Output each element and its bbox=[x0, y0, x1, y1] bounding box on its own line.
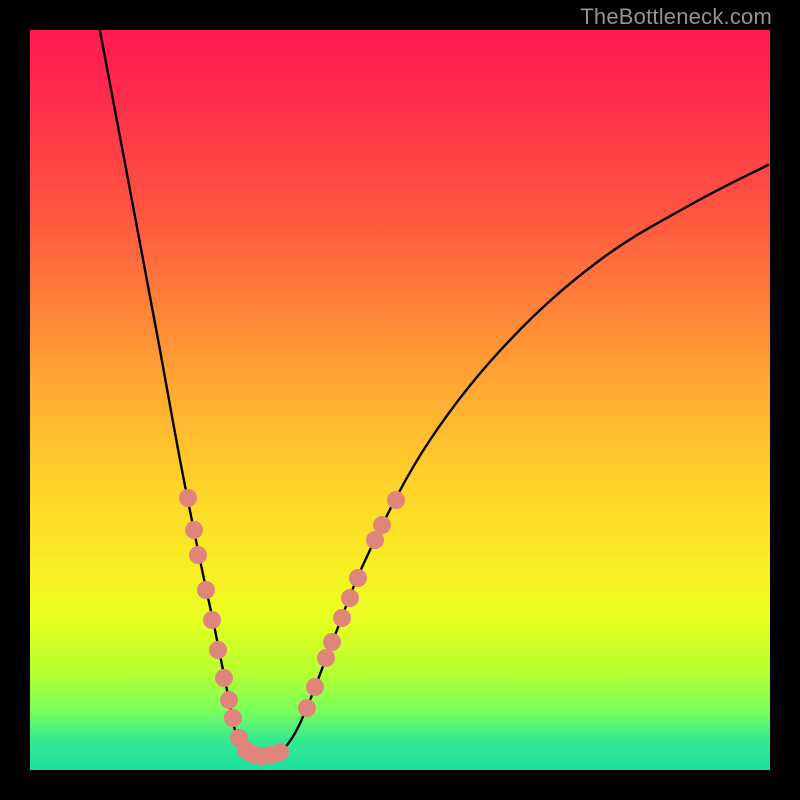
data-point bbox=[271, 743, 289, 761]
data-point bbox=[209, 641, 227, 659]
chart-svg bbox=[30, 30, 770, 770]
data-point bbox=[197, 581, 215, 599]
data-point bbox=[333, 609, 351, 627]
data-point bbox=[317, 649, 335, 667]
data-point bbox=[341, 589, 359, 607]
data-point bbox=[185, 521, 203, 539]
data-point bbox=[224, 709, 242, 727]
data-point bbox=[203, 611, 221, 629]
data-point bbox=[298, 699, 316, 717]
curve-bottleneck-curve-left bbox=[100, 31, 252, 755]
data-point bbox=[189, 546, 207, 564]
data-point bbox=[323, 633, 341, 651]
data-point bbox=[387, 491, 405, 509]
data-point bbox=[215, 669, 233, 687]
data-point bbox=[179, 489, 197, 507]
chart-plot-area bbox=[30, 30, 770, 770]
data-point bbox=[306, 678, 324, 696]
data-point bbox=[220, 691, 238, 709]
data-point bbox=[373, 516, 391, 534]
watermark-label: TheBottleneck.com bbox=[580, 4, 772, 30]
curve-bottleneck-curve-right bbox=[252, 165, 768, 756]
data-point bbox=[349, 569, 367, 587]
